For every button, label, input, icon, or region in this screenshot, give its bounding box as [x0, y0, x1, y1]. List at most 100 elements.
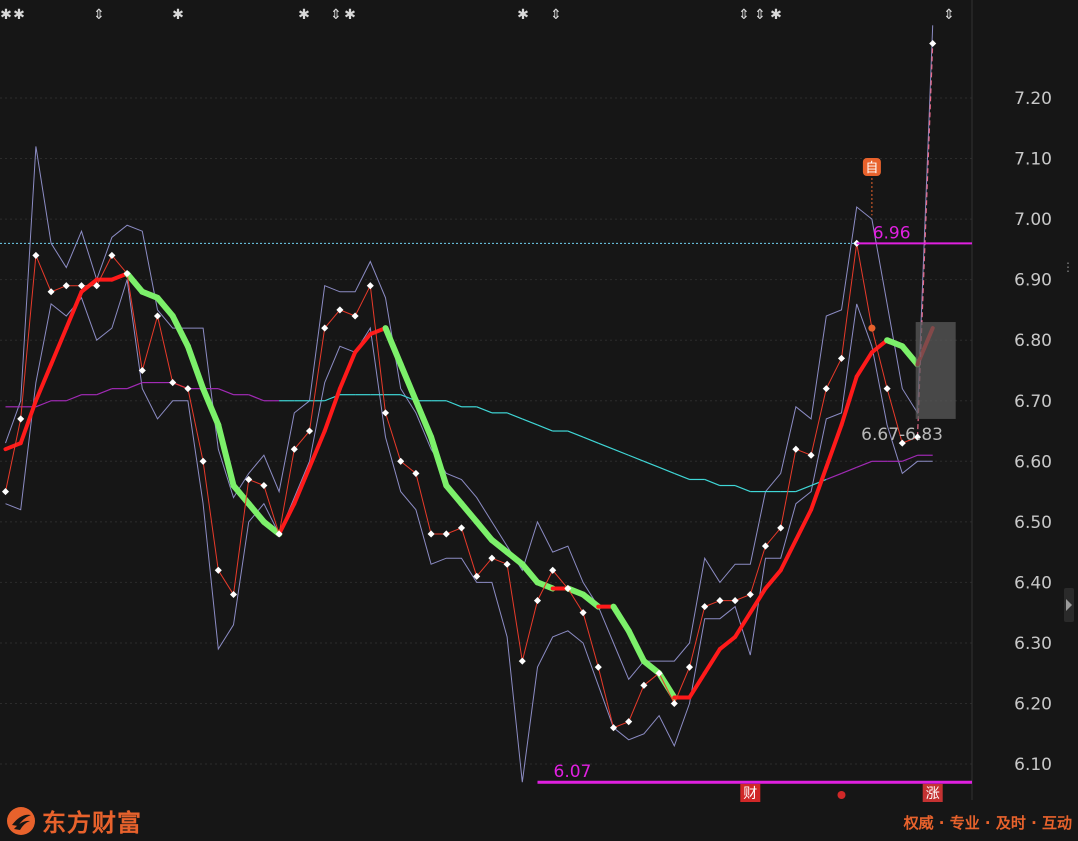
trend-segment — [322, 386, 342, 434]
price-point — [731, 597, 739, 605]
range-label: 6.67-6.83 — [861, 425, 943, 445]
price-point — [17, 415, 25, 423]
panel-resize-handle[interactable]: ⋮⋮ — [1062, 260, 1078, 274]
price-point — [883, 385, 891, 393]
ma-segment — [598, 442, 614, 450]
ma-segment — [218, 388, 234, 396]
ma-segment — [248, 394, 265, 402]
star-marker-icon: ✱ — [344, 7, 356, 23]
trend-segment — [610, 603, 632, 634]
brand-name: 东方财富 — [42, 809, 142, 837]
price-point — [229, 590, 238, 599]
star-marker-icon: ✱ — [172, 7, 184, 23]
star-marker-icon: ✱ — [770, 7, 782, 23]
ma-segment — [35, 400, 52, 408]
top-markers: ✱ ✱ ⇕ ✱ ✱ ⇕ ✱ ✱ ⇕ ⇕ ⇕ ✱ ⇕ — [0, 7, 955, 23]
price-point — [807, 451, 815, 459]
price-point — [366, 282, 374, 290]
ma-segment — [66, 394, 82, 402]
trend-segment — [473, 518, 495, 544]
grid-lines — [0, 0, 973, 800]
price-point — [199, 457, 207, 465]
eastmoney-logo-icon — [7, 806, 35, 835]
ma-segment — [567, 430, 584, 438]
trend-segment — [763, 568, 783, 591]
price-point — [503, 560, 511, 568]
trend-segment — [625, 627, 647, 665]
price-point — [62, 282, 70, 290]
ma-segment — [674, 472, 690, 481]
double-arrow-marker-icon: ⇕ — [550, 7, 562, 23]
trend-segment — [3, 441, 23, 452]
trend-segment — [184, 343, 207, 392]
ma-segment — [643, 460, 660, 468]
ma-segment — [582, 436, 599, 444]
price-point — [427, 530, 435, 538]
trend-segment — [809, 465, 829, 512]
trend-segment — [458, 500, 480, 525]
price-point — [457, 524, 466, 532]
price-point — [381, 409, 390, 417]
ma-segment — [856, 460, 873, 468]
ma-segment — [734, 484, 751, 493]
ma-segment — [96, 388, 113, 396]
double-arrow-marker-icon: ⇕ — [943, 7, 955, 23]
price-point — [47, 288, 55, 296]
ma-segment — [841, 466, 857, 474]
range-box — [915, 322, 956, 419]
trend-segment — [733, 610, 753, 639]
fin-marker-text: 财 — [743, 786, 757, 802]
zhang-marker-text: 涨 — [926, 786, 940, 802]
trend-segment — [49, 326, 69, 367]
y-tick-label: 7.10 — [1014, 150, 1052, 170]
trend-segment — [169, 312, 191, 350]
ma-segment — [476, 406, 493, 414]
y-tick-label: 6.60 — [1014, 452, 1052, 472]
price-point — [701, 603, 709, 611]
expand-right-arrow-icon[interactable] — [1064, 588, 1074, 622]
price-point — [594, 663, 602, 671]
trend-segment — [382, 325, 404, 368]
ma-segment — [506, 412, 523, 420]
price-polyline — [5, 243, 918, 729]
price-point — [670, 699, 678, 708]
price-point — [837, 354, 846, 362]
trend-segment — [702, 647, 722, 676]
double-arrow-marker-icon: ⇕ — [330, 7, 342, 23]
trend-segment — [292, 465, 312, 506]
price-point — [792, 445, 800, 453]
star-marker-icon: ✱ — [298, 7, 310, 23]
trend-segment — [824, 422, 844, 470]
price-point — [442, 530, 450, 538]
ma-segment — [902, 454, 918, 462]
low-price-label: 6.07 — [554, 762, 592, 782]
ma-segment — [613, 448, 629, 456]
brand-slogan: 权威 · 专业 · 及时 · 互动 — [903, 814, 1072, 832]
price-point — [716, 597, 724, 605]
moving-average-lines — [5, 381, 933, 493]
price-point — [1, 488, 10, 496]
trend-segment — [687, 671, 707, 700]
trend-segment — [839, 374, 859, 427]
price-point — [169, 379, 177, 387]
price-point — [184, 385, 192, 393]
trend-segment — [793, 507, 814, 543]
ma-segment — [795, 484, 812, 493]
trend-segment — [519, 561, 541, 586]
trend-segment — [353, 332, 373, 355]
star-marker-icon: ✱ — [0, 7, 12, 23]
y-tick-label: 6.40 — [1014, 573, 1052, 593]
y-tick-label: 7.20 — [1014, 89, 1052, 109]
y-tick-label: 7.00 — [1014, 210, 1052, 230]
ma-segment — [826, 472, 842, 481]
trend-line — [3, 270, 935, 701]
ma-segment — [537, 424, 553, 432]
self-marker-text: 自 — [865, 161, 878, 176]
ma-segment — [446, 400, 462, 408]
y-tick-label: 6.90 — [1014, 271, 1052, 291]
y-tick-label: 6.30 — [1014, 634, 1052, 654]
y-axis: 7.20 7.10 7.00 6.90 6.80 6.70 6.60 6.50 6.40 6.30… — [1014, 89, 1052, 775]
y-tick-label: 6.80 — [1014, 331, 1052, 351]
ma-segment — [628, 454, 645, 462]
trend-segment — [717, 634, 738, 652]
